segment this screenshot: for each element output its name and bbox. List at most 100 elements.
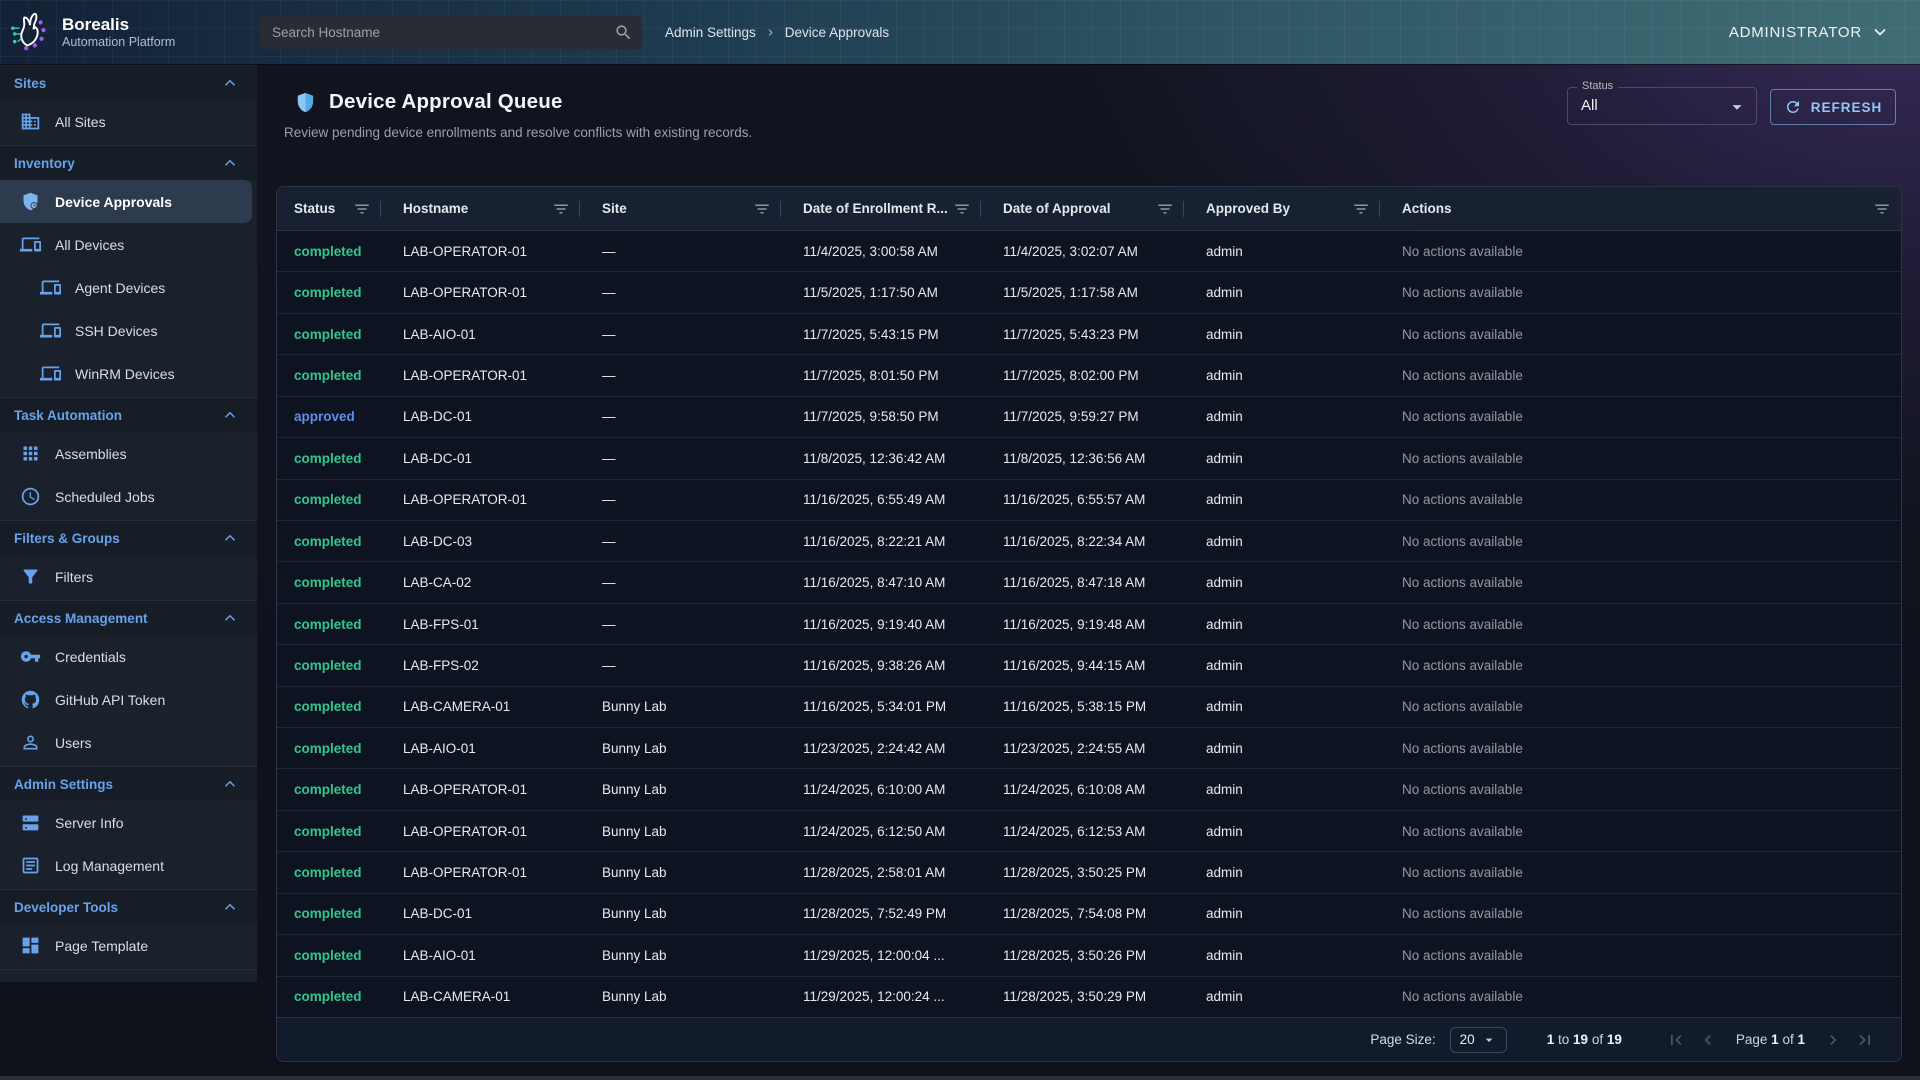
sidebar-item-device-approvals[interactable]: Device Approvals [0, 180, 252, 223]
hostname-cell: LAB-CAMERA-01 [381, 989, 580, 1004]
sidebar-item-all-devices[interactable]: All Devices [0, 223, 257, 266]
site-cell: Bunny Lab [580, 741, 781, 756]
approved-by-cell: admin [1184, 492, 1380, 507]
column-header-hostname[interactable]: Hostname [381, 187, 580, 230]
approved-by-cell: admin [1184, 782, 1380, 797]
sidebar-item-winrm-devices[interactable]: WinRM Devices [0, 352, 257, 395]
sidebar-nav: Sites All Sites Inventory Device Approvals A… [0, 64, 258, 982]
key-icon [20, 646, 41, 667]
table-row[interactable]: completedLAB-CA-02—11/16/2025, 8:47:10 A… [277, 562, 1901, 603]
last-page-icon[interactable] [1851, 1026, 1879, 1054]
sidebar-item-server-info[interactable]: Server Info [0, 801, 257, 844]
pagination-bar: Page Size: 20 1 to 19 of 19 [277, 1017, 1901, 1061]
table-row[interactable]: completedLAB-OPERATOR-01—11/5/2025, 1:17… [277, 272, 1901, 313]
table-row[interactable]: approvedLAB-DC-01—11/7/2025, 9:58:50 PM1… [277, 397, 1901, 438]
sidebar-item-github-api-token[interactable]: GitHub API Token [0, 678, 257, 721]
table-row[interactable]: completedLAB-OPERATOR-01—11/16/2025, 6:5… [277, 480, 1901, 521]
page-size-select[interactable]: 20 [1450, 1027, 1507, 1053]
table-row[interactable]: completedLAB-AIO-01Bunny Lab11/23/2025, … [277, 728, 1901, 769]
sidebar-item-page-template[interactable]: Page Template [0, 924, 257, 967]
section-label: Task Automation [14, 408, 122, 423]
previous-page-icon[interactable] [1694, 1026, 1722, 1054]
approved-by-cell: admin [1184, 906, 1380, 921]
approved-by-cell: admin [1184, 451, 1380, 466]
column-header-site[interactable]: Site [580, 187, 781, 230]
next-page-icon[interactable] [1819, 1026, 1847, 1054]
sidebar-item-scheduled-jobs[interactable]: Scheduled Jobs [0, 475, 257, 518]
hostname-cell: LAB-AIO-01 [381, 327, 580, 342]
filter-icon[interactable] [552, 200, 570, 218]
sidebar-item-log-management[interactable]: Log Management [0, 844, 257, 887]
section-label: Sites [14, 76, 46, 91]
enrollment-date-cell: 11/28/2025, 7:52:49 PM [781, 906, 981, 921]
filter-icon[interactable] [953, 200, 971, 218]
breadcrumb-device-approvals[interactable]: Device Approvals [785, 25, 889, 40]
table-row[interactable]: completedLAB-DC-01—11/8/2025, 12:36:42 A… [277, 438, 1901, 479]
sidebar-item-label: All Sites [55, 114, 106, 130]
table-row[interactable]: completedLAB-DC-01Bunny Lab11/28/2025, 7… [277, 894, 1901, 935]
approved-by-cell: admin [1184, 948, 1380, 963]
devices-icon [40, 363, 61, 384]
hostname-cell: LAB-FPS-01 [381, 617, 580, 632]
enrollment-date-cell: 11/29/2025, 12:00:04 ... [781, 948, 981, 963]
filter-icon[interactable] [753, 200, 771, 218]
table-row[interactable]: completedLAB-OPERATOR-01Bunny Lab11/24/2… [277, 811, 1901, 852]
table-row[interactable]: completedLAB-OPERATOR-01Bunny Lab11/24/2… [277, 769, 1901, 810]
table-row[interactable]: completedLAB-AIO-01—11/7/2025, 5:43:15 P… [277, 314, 1901, 355]
column-header-approved-by[interactable]: Approved By [1184, 187, 1380, 230]
page-header: Device Approval Queue Review pending dev… [294, 90, 752, 140]
table-row[interactable]: completedLAB-OPERATOR-01Bunny Lab11/28/2… [277, 852, 1901, 893]
approval-date-cell: 11/7/2025, 8:02:00 PM [981, 368, 1184, 383]
site-cell: — [580, 575, 781, 590]
column-header-status[interactable]: Status [277, 187, 381, 230]
sidebar-item-agent-devices[interactable]: Agent Devices [0, 266, 257, 309]
user-menu[interactable]: ADMINISTRATOR [1729, 0, 1890, 64]
sidebar-item-all-sites[interactable]: All Sites [0, 100, 257, 143]
approval-date-cell: 11/23/2025, 2:24:55 AM [981, 741, 1184, 756]
enrollment-date-cell: 11/7/2025, 5:43:15 PM [781, 327, 981, 342]
brand-name: Borealis [62, 15, 175, 35]
filter-icon[interactable] [1352, 200, 1370, 218]
filter-icon[interactable] [353, 200, 371, 218]
sidebar-item-filters[interactable]: Filters [0, 555, 257, 598]
site-cell: — [580, 244, 781, 259]
sidebar-item-credentials[interactable]: Credentials [0, 635, 257, 678]
approved-by-cell: admin [1184, 658, 1380, 673]
status-filter-select[interactable]: Status All [1567, 87, 1757, 125]
sidebar-section-header-task-automation[interactable]: Task Automation [0, 398, 257, 432]
sidebar-item-assemblies[interactable]: Assemblies [0, 432, 257, 475]
table-row[interactable]: completedLAB-OPERATOR-01—11/4/2025, 3:00… [277, 231, 1901, 272]
column-header-actions[interactable]: Actions [1380, 187, 1901, 230]
enrollment-date-cell: 11/4/2025, 3:00:58 AM [781, 244, 981, 259]
search-input[interactable] [260, 16, 642, 49]
sidebar-section-header-developer-tools[interactable]: Developer Tools [0, 890, 257, 924]
arrow-drop-down-icon [1481, 1032, 1497, 1048]
column-header-date-of-approval[interactable]: Date of Approval [981, 187, 1184, 230]
table-row[interactable]: completedLAB-AIO-01Bunny Lab11/29/2025, … [277, 935, 1901, 976]
table-row[interactable]: completedLAB-CAMERA-01Bunny Lab11/29/202… [277, 977, 1901, 1017]
sidebar-section-header-access-management[interactable]: Access Management [0, 601, 257, 635]
sidebar-section-header-admin-settings[interactable]: Admin Settings [0, 767, 257, 801]
first-page-icon[interactable] [1662, 1026, 1690, 1054]
sidebar-item-users[interactable]: Users [0, 721, 257, 764]
sidebar-section-header-inventory[interactable]: Inventory [0, 146, 257, 180]
table-row[interactable]: completedLAB-OPERATOR-01—11/7/2025, 8:01… [277, 355, 1901, 396]
sidebar-item-ssh-devices[interactable]: SSH Devices [0, 309, 257, 352]
sidebar-section-header-sites[interactable]: Sites [0, 66, 257, 100]
sidebar-section-developer-tools: Developer ToolsPage Template [0, 890, 257, 970]
status-cell: completed [277, 575, 381, 590]
approved-by-cell: admin [1184, 741, 1380, 756]
table-row[interactable]: completedLAB-FPS-01—11/16/2025, 9:19:40 … [277, 604, 1901, 645]
table-row[interactable]: completedLAB-FPS-02—11/16/2025, 9:38:26 … [277, 645, 1901, 686]
sidebar-item-label: Server Info [55, 815, 123, 831]
page-indicator: Page 1 of 1 [1736, 1032, 1805, 1047]
filter-icon[interactable] [1873, 200, 1891, 218]
table-row[interactable]: completedLAB-CAMERA-01Bunny Lab11/16/202… [277, 687, 1901, 728]
breadcrumb-admin-settings[interactable]: Admin Settings [665, 25, 756, 40]
table-row[interactable]: completedLAB-DC-03—11/16/2025, 8:22:21 A… [277, 521, 1901, 562]
column-header-date-of-enrollment-r[interactable]: Date of Enrollment R... [781, 187, 981, 230]
sidebar-item-label: Device Approvals [55, 194, 172, 210]
refresh-button[interactable]: REFRESH [1770, 89, 1896, 125]
filter-icon[interactable] [1156, 200, 1174, 218]
sidebar-section-header-filters-groups[interactable]: Filters & Groups [0, 521, 257, 555]
